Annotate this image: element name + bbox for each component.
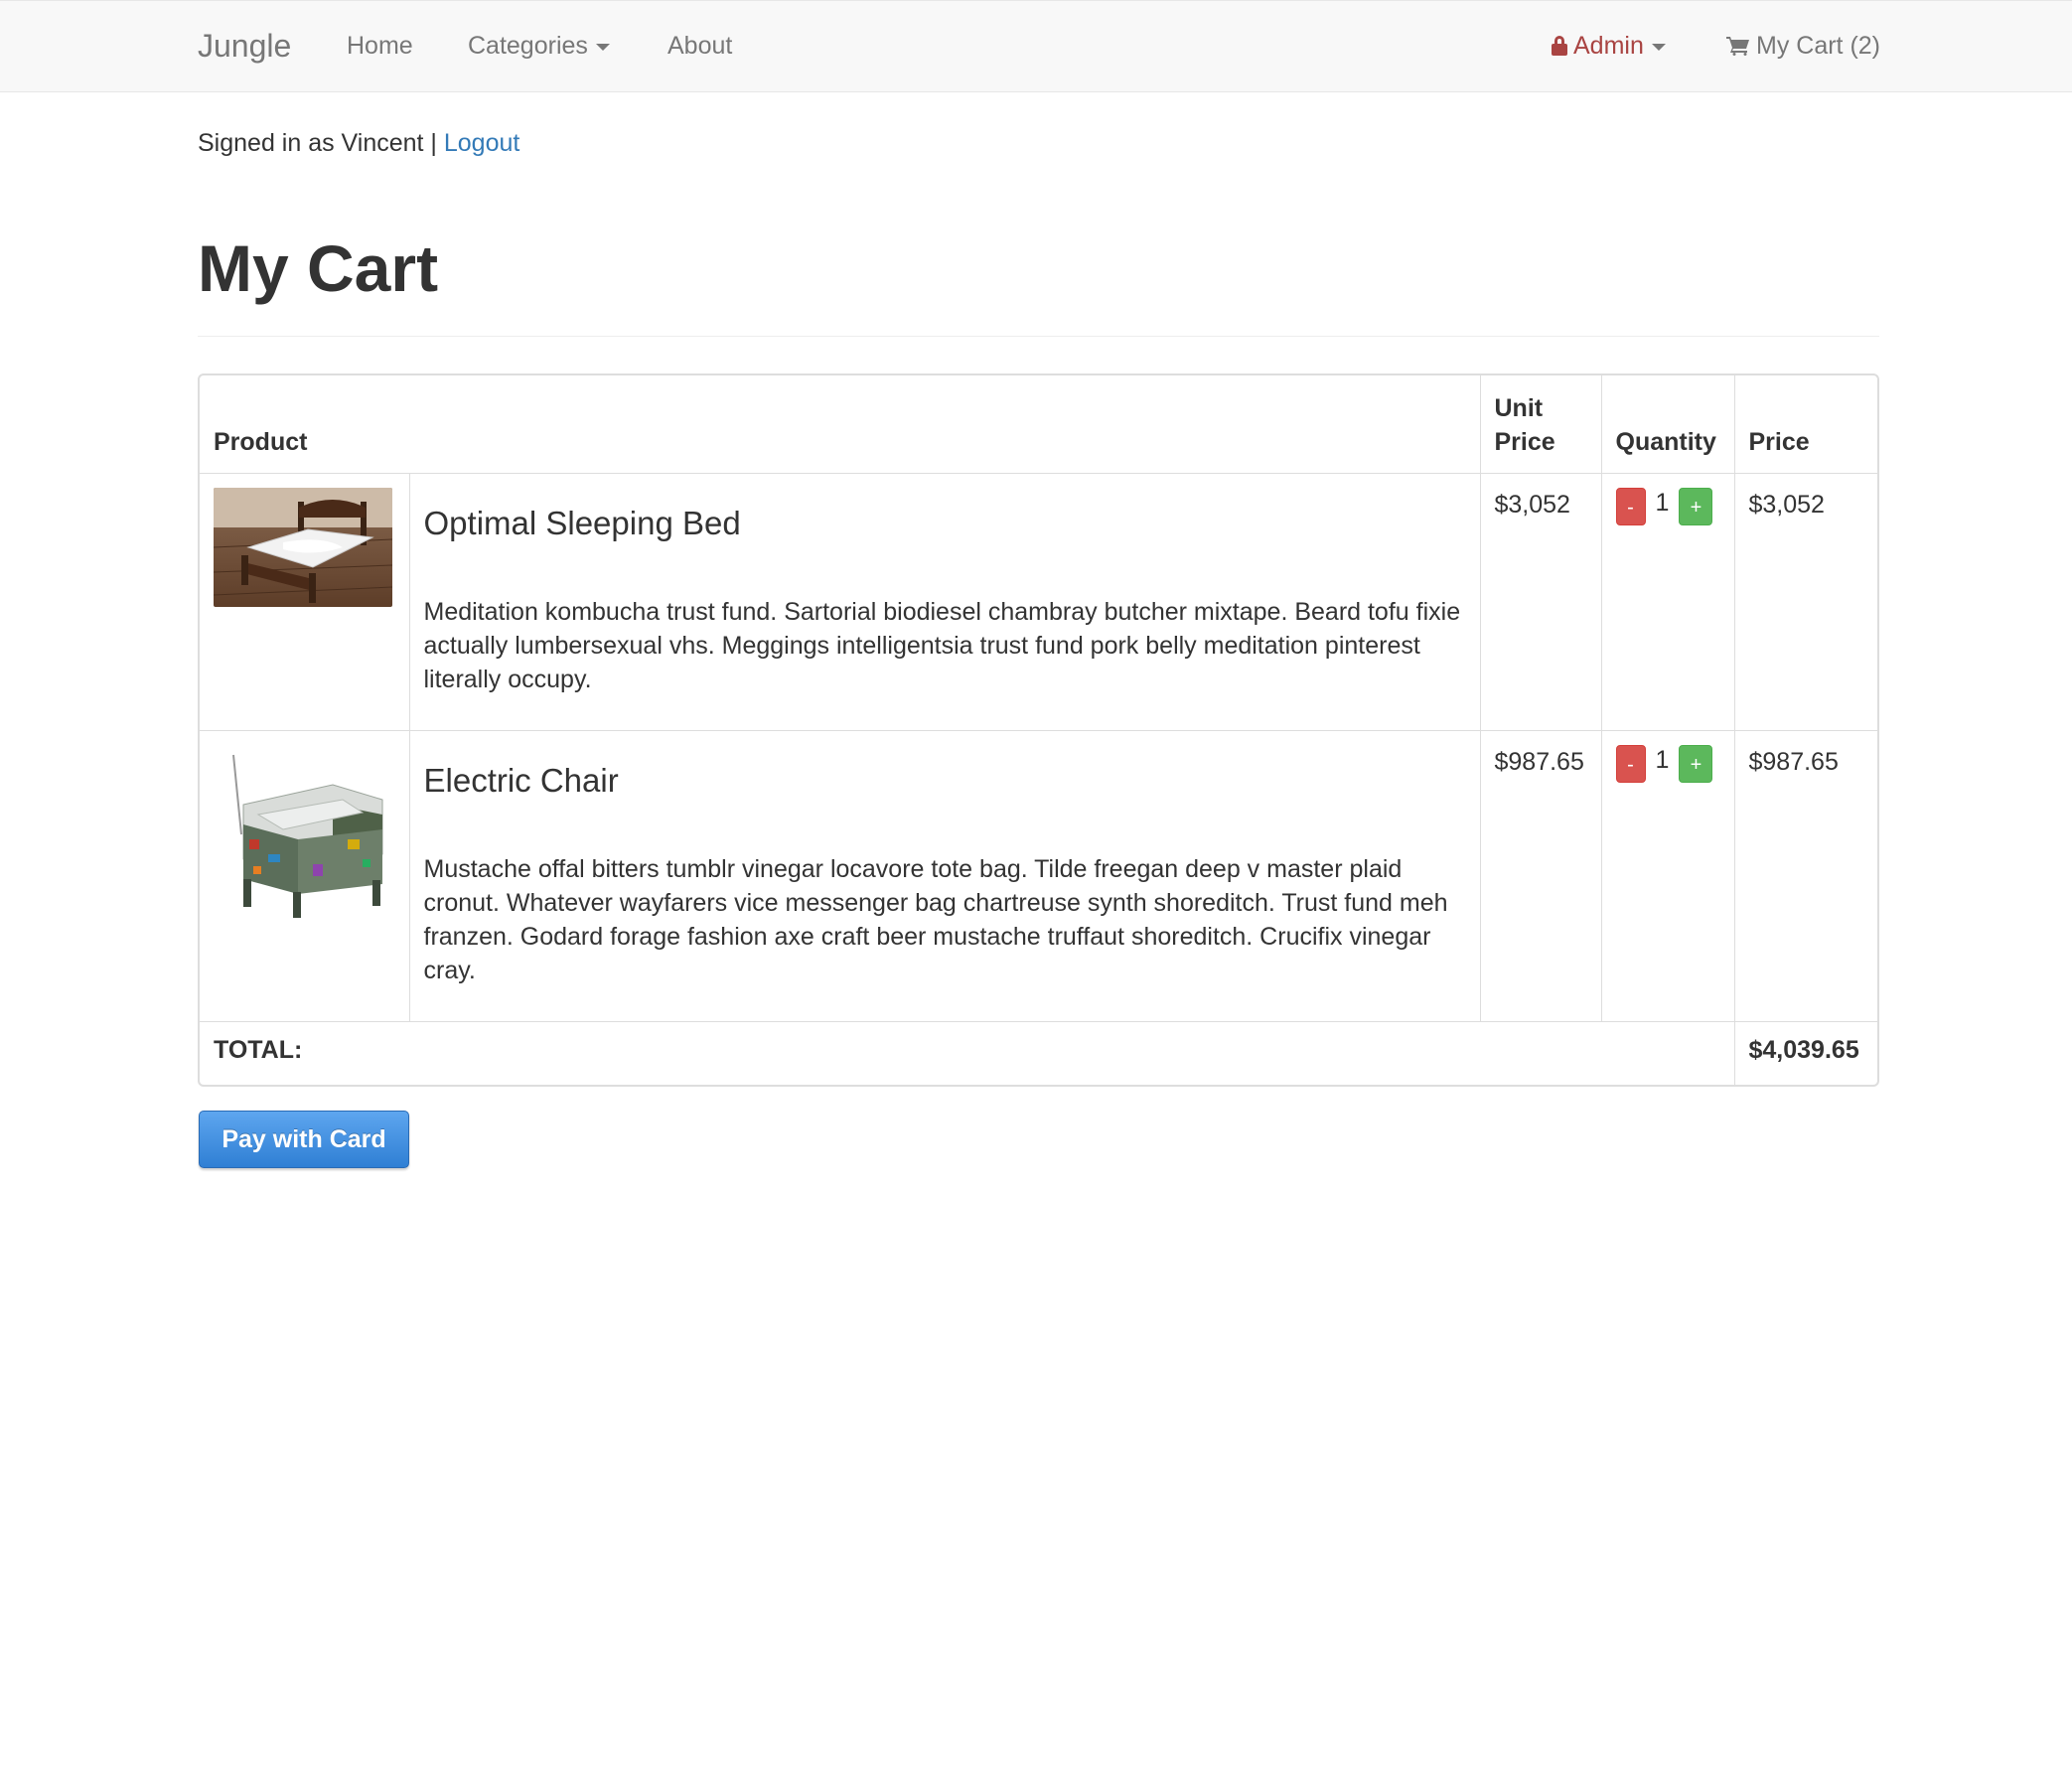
unit-price: $3,052 [1494, 490, 1570, 519]
unit-price-cell: $987.65 [1479, 729, 1602, 1022]
caret-down-icon [1651, 43, 1666, 51]
quantity-value: 1 [1655, 745, 1670, 774]
price-cell: $3,052 [1733, 472, 1877, 731]
total-value: $4,039.65 [1733, 1020, 1877, 1085]
nav-about-link[interactable]: About [667, 32, 732, 61]
nav-admin-label: Admin [1573, 32, 1644, 60]
line-price: $3,052 [1748, 490, 1825, 519]
product-name[interactable]: Optimal Sleeping Bed [424, 504, 1466, 543]
product-image-cell [200, 729, 410, 1022]
price-cell: $987.65 [1733, 729, 1877, 1022]
decrease-quantity-button[interactable]: - [1615, 487, 1646, 525]
title-divider [198, 336, 1879, 337]
unit-price-cell: $3,052 [1479, 472, 1602, 731]
table-header-row: Product Unit Price Quantity Price [200, 375, 1877, 474]
product-info-cell: Optimal Sleeping Bed Meditation kombucha… [408, 472, 1481, 731]
unit-price: $987.65 [1494, 747, 1584, 776]
nav-categories-label: Categories [468, 32, 588, 60]
quantity-cell: - 1 + [1600, 729, 1735, 1022]
page-title: My Cart [198, 231, 439, 305]
line-price: $987.65 [1748, 747, 1839, 776]
signed-in-status: Signed in as Vincent | Logout [198, 129, 519, 158]
increase-quantity-button[interactable]: + [1679, 487, 1713, 525]
cart-table-panel: Product Unit Price Quantity Price Optima… [198, 373, 1879, 1087]
nav-categories-dropdown[interactable]: Categories [468, 32, 610, 61]
pay-with-card-button[interactable]: Pay with Card [199, 1111, 409, 1168]
nav-admin-dropdown[interactable]: Admin [1552, 32, 1666, 61]
lock-icon [1552, 36, 1567, 56]
nav-cart-link[interactable]: My Cart (2) [1726, 32, 1880, 61]
total-row: TOTAL: $4,039.65 [200, 1020, 1877, 1085]
table-row: Optimal Sleeping Bed Meditation kombucha… [200, 472, 1877, 731]
product-image-chair[interactable] [214, 744, 392, 924]
product-name[interactable]: Electric Chair [424, 761, 1466, 801]
caret-down-icon [595, 43, 610, 51]
total-label: TOTAL: [200, 1020, 1735, 1085]
nav-home-link[interactable]: Home [347, 32, 413, 61]
product-description: Meditation kombucha trust fund. Sartoria… [423, 597, 1461, 693]
signed-in-text: Signed in as Vincent | [198, 129, 437, 157]
product-description: Mustache offal bitters tumblr vinegar lo… [423, 854, 1448, 984]
shopping-cart-icon [1726, 37, 1749, 56]
product-image-cell [200, 472, 410, 731]
header-unit-price: Unit Price [1479, 375, 1602, 474]
brand-link[interactable]: Jungle [198, 28, 291, 65]
increase-quantity-button[interactable]: + [1679, 744, 1713, 783]
quantity-cell: - 1 + [1600, 472, 1735, 731]
header-price: Price [1733, 375, 1877, 474]
table-row: Electric Chair Mustache offal bitters tu… [200, 729, 1877, 1022]
decrease-quantity-button[interactable]: - [1615, 744, 1646, 783]
top-navbar: Jungle Home Categories About Admin My Ca… [0, 0, 2072, 92]
nav-cart-label: My Cart (2) [1756, 32, 1880, 60]
quantity-value: 1 [1655, 488, 1670, 517]
header-quantity: Quantity [1600, 375, 1735, 474]
cart-table: Product Unit Price Quantity Price Optima… [200, 375, 1877, 1085]
logout-link[interactable]: Logout [444, 129, 519, 157]
product-image-bed[interactable] [214, 487, 392, 607]
quantity-stepper: - 1 + [1615, 744, 1720, 783]
header-product: Product [200, 375, 1481, 474]
quantity-stepper: - 1 + [1615, 487, 1720, 525]
product-info-cell: Electric Chair Mustache offal bitters tu… [408, 729, 1481, 1022]
